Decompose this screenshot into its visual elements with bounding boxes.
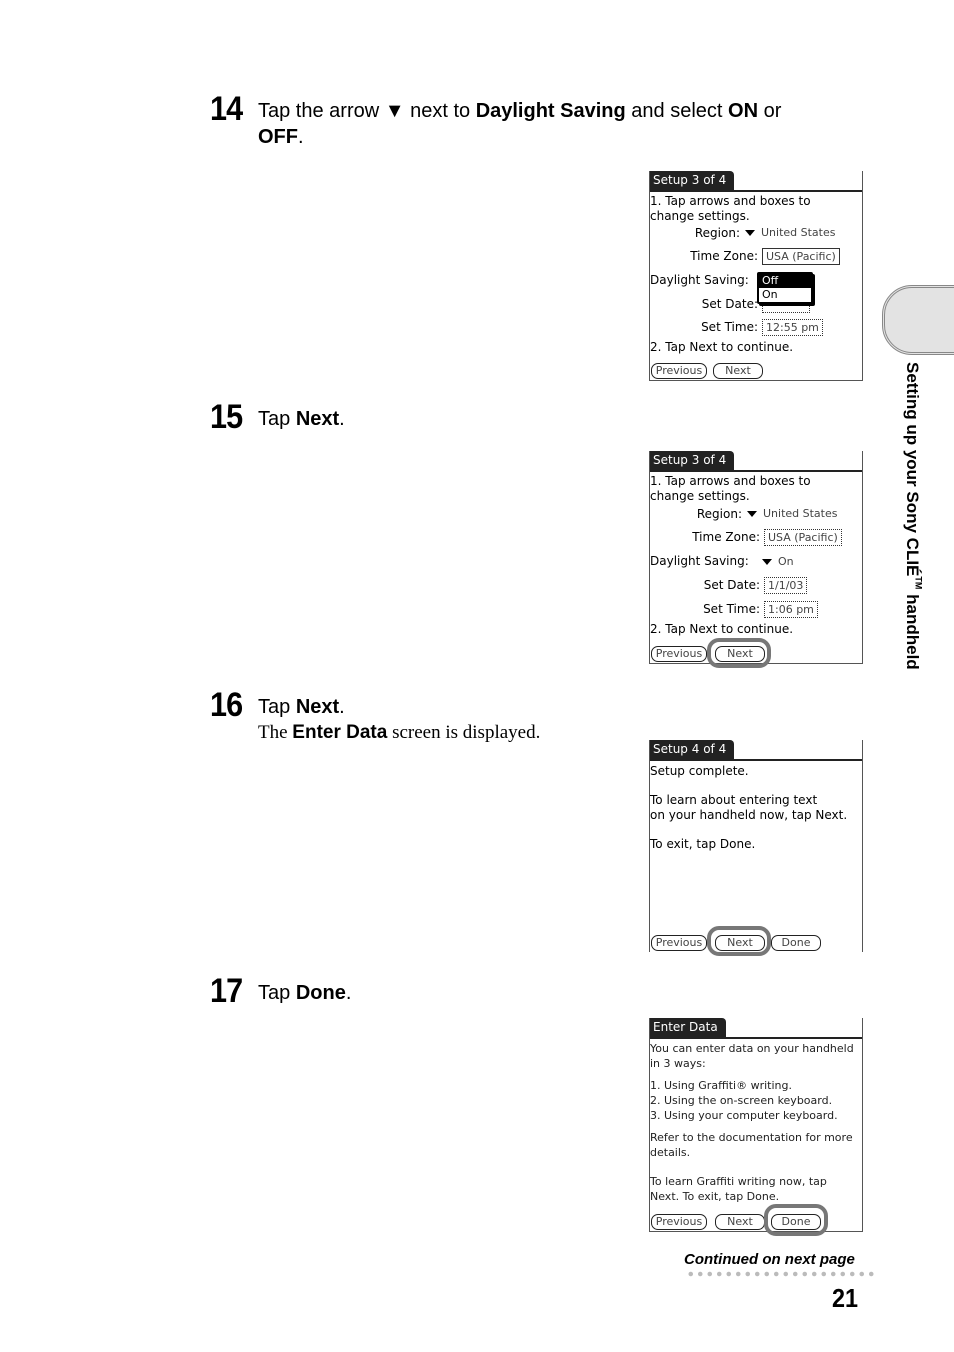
instruction-line: 2. Tap Next to continue. [650,622,794,636]
region-picker[interactable]: United States [747,507,838,520]
chapter-tab [882,285,954,355]
screen-title: Setup 3 of 4 [650,451,735,470]
step-note: The Enter Data screen is displayed. [258,722,541,743]
option-off[interactable]: Off [759,274,811,288]
message-line: Refer to the documentation for more [650,1131,853,1144]
dotted-divider [686,1271,876,1277]
time-label: Set Time: [703,602,760,616]
step-number: 15 [210,398,243,436]
step-instruction: Tap Next. [258,696,345,718]
done-button[interactable]: Done [771,935,821,951]
time-field[interactable]: 12:55 pm [762,319,823,336]
option-on[interactable]: On [759,288,811,302]
step-number: 16 [210,686,243,724]
title-bar: Setup 4 of 4 [650,740,862,761]
list-item: 3. Using your computer keyboard. [650,1109,838,1122]
date-label: Set Date: [701,297,758,311]
title-bar: Enter Data [650,1018,862,1039]
region-picker[interactable]: United States [745,226,836,239]
next-button[interactable]: Next [715,1214,765,1230]
dropdown-arrow-icon [762,559,772,565]
message-line: in 3 ways: [650,1057,706,1070]
message-line: You can enter data on your handheld [650,1042,854,1055]
timezone-field[interactable]: USA (Pacific) [762,248,840,265]
instruction-line: 1. Tap arrows and boxes to [650,474,811,488]
list-item: 1. Using Graffiti® writing. [650,1079,792,1092]
message-line: To learn about entering text [650,793,818,807]
tap-highlight-ring [707,638,771,668]
message-line: To exit, tap Done. [650,837,756,851]
enter-data-screen: Enter Data You can enter data on your ha… [649,1018,863,1236]
message-line: To learn Graffiti writing now, tap [650,1175,827,1188]
step-instruction: Tap the arrow ▼ next to Daylight Saving … [258,100,782,148]
daylight-saving-picker[interactable]: On [762,555,794,568]
step-instruction: Tap Done. [258,982,352,1004]
title-bar: Setup 3 of 4 [650,171,862,192]
date-field[interactable]: 1/1/03 [764,577,808,594]
title-bar: Setup 3 of 4 [650,451,862,472]
screen-title: Setup 4 of 4 [650,740,735,759]
previous-button[interactable]: Previous [651,1214,707,1230]
instruction-line: change settings. [650,489,750,503]
region-label: Region: [694,226,740,240]
chapter-title: Setting up your Sony CLIÉTM handheld [903,362,924,670]
instruction-line: 1. Tap arrows and boxes to [650,194,811,208]
daylight-saving-popup: Off On [757,272,813,304]
daylight-saving-label: Daylight Saving: [650,273,749,287]
continued-note: Continued on next page [684,1251,855,1268]
dropdown-arrow-icon [747,511,757,517]
setup-screen-3-of-4: Setup 3 of 4 1. Tap arrows and boxes to … [649,451,863,668]
screen-title: Enter Data [650,1018,726,1037]
setup-screen-3-of-4-popup: Setup 3 of 4 1. Tap arrows and boxes to … [649,171,863,381]
message-line: details. [650,1146,691,1159]
next-button[interactable]: Next [713,363,763,379]
setup-screen-4-of-4: Setup 4 of 4 Setup complete. To learn ab… [649,740,863,956]
date-label: Set Date: [703,578,760,592]
previous-button[interactable]: Previous [651,646,707,662]
time-field[interactable]: 1:06 pm [764,601,818,618]
step-number: 14 [210,90,243,128]
daylight-saving-label: Daylight Saving: [650,554,749,568]
region-label: Region: [696,507,742,521]
message-line: on your handheld now, tap Next. [650,808,848,822]
previous-button[interactable]: Previous [651,935,707,951]
page-number: 21 [832,1283,859,1313]
tap-highlight-ring [764,1204,828,1236]
timezone-label: Time Zone: [692,530,760,544]
message-line: Setup complete. [650,764,749,778]
timezone-label: Time Zone: [690,249,758,263]
step-instruction: Tap Next. [258,408,345,430]
time-label: Set Time: [701,320,758,334]
tap-highlight-ring [707,926,771,956]
previous-button[interactable]: Previous [651,363,707,379]
list-item: 2. Using the on-screen keyboard. [650,1094,833,1107]
instruction-line: change settings. [650,209,750,223]
timezone-field[interactable]: USA (Pacific) [764,529,842,546]
down-arrow-icon: ▼ [384,100,405,122]
dropdown-arrow-icon [745,230,755,236]
instruction-line: 2. Tap Next to continue. [650,340,794,354]
screen-title: Setup 3 of 4 [650,171,735,190]
step-number: 17 [210,972,243,1010]
message-line: Next. To exit, tap Done. [650,1190,780,1203]
